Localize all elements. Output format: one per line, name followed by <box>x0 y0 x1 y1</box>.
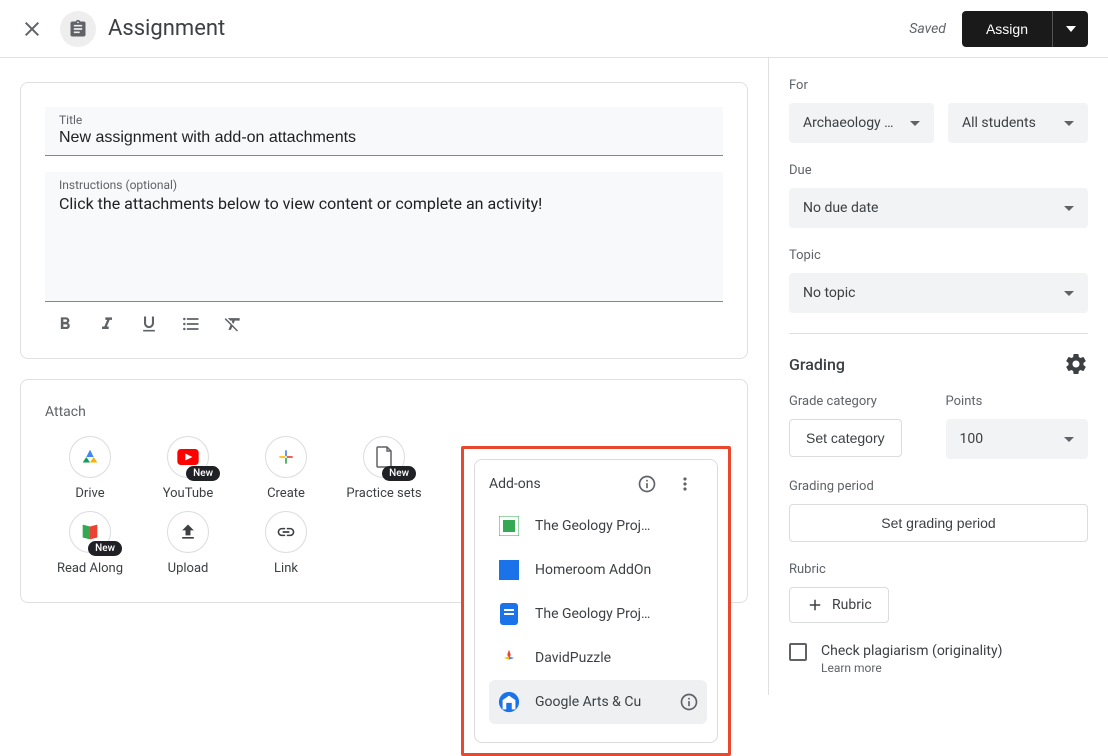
addon-item-hover[interactable]: Google Arts & Cu <box>489 680 707 724</box>
grade-category-label: Grade category <box>789 394 932 409</box>
title-label: Title <box>59 113 709 127</box>
caret-down-icon <box>1066 24 1076 34</box>
youtube-icon <box>177 449 199 465</box>
due-label: Due <box>789 163 1088 178</box>
puzzle-icon <box>497 646 521 670</box>
topic-label: Topic <box>789 248 1088 263</box>
grading-title: Grading <box>789 355 845 374</box>
class-select[interactable]: Archaeology … <box>789 103 934 143</box>
book-icon <box>79 521 101 543</box>
bold-icon[interactable] <box>55 314 75 334</box>
caret-down-icon <box>1064 206 1074 211</box>
learn-more-link[interactable]: Learn more <box>821 661 1002 675</box>
assignment-icon <box>60 11 96 47</box>
attach-upload[interactable]: Upload <box>143 511 233 578</box>
attach-label: Attach <box>45 404 723 420</box>
more-vert-icon[interactable] <box>675 474 695 494</box>
addons-panel: Add-ons The Geology Proj… Homeroom AddOn <box>474 459 718 743</box>
addon-item[interactable]: DavidPuzzle <box>489 636 707 680</box>
attach-read-along[interactable]: New Read Along <box>45 511 135 578</box>
info-icon[interactable] <box>637 474 657 494</box>
arts-culture-icon <box>497 690 521 714</box>
set-category-button[interactable]: Set category <box>789 419 902 457</box>
geology-icon <box>497 514 521 538</box>
grading-period-label: Grading period <box>789 479 1088 494</box>
saved-status: Saved <box>909 21 946 37</box>
attach-drive[interactable]: Drive <box>45 436 135 503</box>
plagiarism-label: Check plagiarism (originality) <box>821 643 1002 659</box>
sidebar: For Archaeology … All students Due No du… <box>768 58 1108 695</box>
instructions-field-wrap[interactable]: Instructions (optional) Click the attach… <box>45 172 723 302</box>
italic-icon[interactable] <box>97 314 117 334</box>
instructions-input[interactable]: Click the attachments below to view cont… <box>59 194 709 274</box>
page-title: Assignment <box>108 16 909 41</box>
document-icon <box>375 446 393 468</box>
caret-down-icon <box>910 121 920 126</box>
addon-item[interactable]: The Geology Proj… <box>489 592 707 636</box>
topic-select[interactable]: No topic <box>789 273 1088 313</box>
caret-down-icon <box>1064 437 1074 442</box>
rubric-button[interactable]: Rubric <box>789 587 889 623</box>
points-select[interactable]: 100 <box>946 419 1089 459</box>
addon-item[interactable]: Homeroom AddOn <box>489 548 707 592</box>
caret-down-icon <box>1064 121 1074 126</box>
title-input[interactable] <box>59 129 709 147</box>
plus-icon <box>806 596 824 614</box>
set-grading-period-button[interactable]: Set grading period <box>789 504 1088 542</box>
for-label: For <box>789 78 1088 93</box>
addons-panel-highlight: Add-ons The Geology Proj… Homeroom AddOn <box>461 446 731 756</box>
title-field-wrap[interactable]: Title <box>45 107 723 156</box>
geology2-icon <box>497 602 521 626</box>
app-header: Assignment Saved Assign <box>0 0 1108 58</box>
assign-dropdown[interactable] <box>1052 11 1088 47</box>
addons-title: Add-ons <box>489 476 541 492</box>
attach-practice-sets[interactable]: New Practice sets <box>339 436 429 503</box>
close-icon[interactable] <box>20 17 44 41</box>
attach-grid: Drive New YouTube Create New Practice se… <box>45 436 445 578</box>
info-icon[interactable] <box>679 692 699 712</box>
bullet-list-icon[interactable] <box>181 314 201 334</box>
drive-icon <box>79 446 101 468</box>
due-select[interactable]: No due date <box>789 188 1088 228</box>
attach-youtube[interactable]: New YouTube <box>143 436 233 503</box>
caret-down-icon <box>1064 291 1074 296</box>
attach-create[interactable]: Create <box>241 436 331 503</box>
link-icon <box>276 522 296 542</box>
points-label: Points <box>946 394 1089 409</box>
clear-format-icon[interactable] <box>223 314 243 334</box>
plus-icon <box>276 447 296 467</box>
assignment-form-card: Title Instructions (optional) Click the … <box>20 82 748 359</box>
attach-link[interactable]: Link <box>241 511 331 578</box>
rubric-label: Rubric <box>789 562 1088 577</box>
underline-icon[interactable] <box>139 314 159 334</box>
gear-icon[interactable] <box>1064 352 1088 376</box>
format-toolbar <box>45 302 723 334</box>
assign-button[interactable]: Assign <box>962 11 1052 47</box>
plagiarism-checkbox[interactable] <box>789 643 807 661</box>
addon-item[interactable]: The Geology Proj… <box>489 504 707 548</box>
upload-icon <box>178 522 198 542</box>
students-select[interactable]: All students <box>948 103 1088 143</box>
instructions-label: Instructions (optional) <box>59 178 709 192</box>
homeroom-icon <box>497 558 521 582</box>
